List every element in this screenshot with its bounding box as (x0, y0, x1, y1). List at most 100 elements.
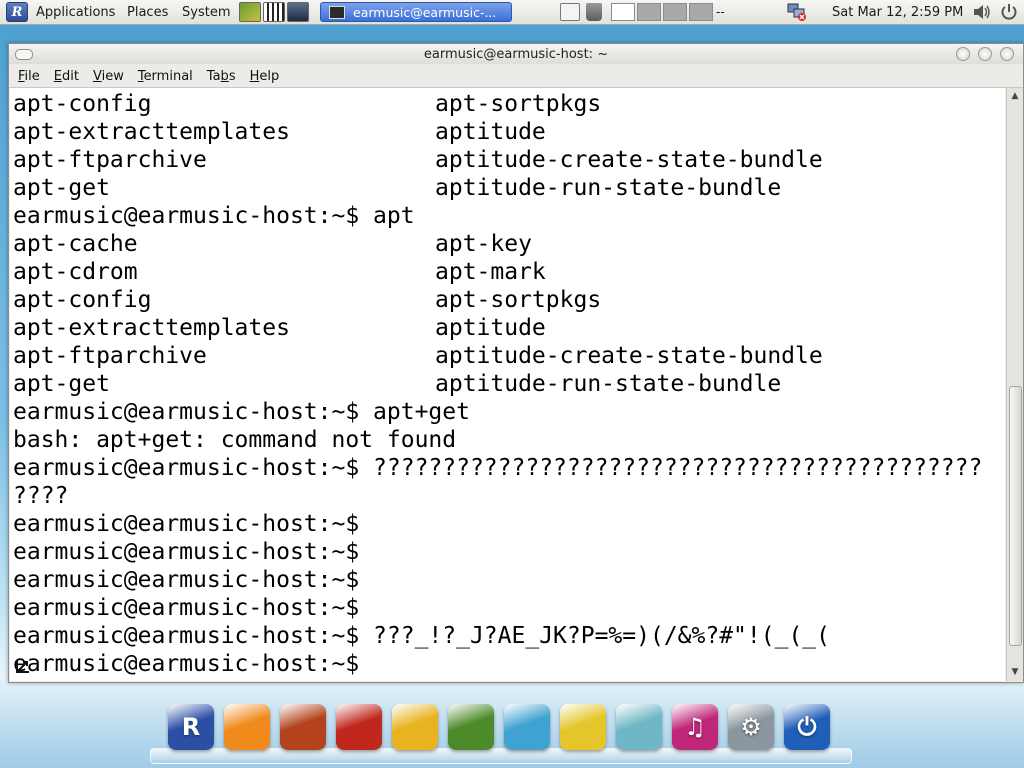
menu-edit[interactable]: Edit (49, 69, 84, 84)
places-menu[interactable]: Places (127, 0, 168, 24)
power-icon[interactable] (1000, 0, 1018, 24)
dock-browser-icon[interactable] (224, 704, 270, 750)
volume-glyph-icon (974, 5, 990, 19)
dock-r-logo-icon-glyph: R (181, 713, 201, 741)
terminal-line-col2: aptitude (435, 315, 546, 341)
terminal-line-text: apt-ftparchive (13, 147, 207, 173)
settings-launcher-icon[interactable] (239, 0, 261, 24)
terminal-line: apt-extracttemplates aptitude (13, 314, 546, 342)
terminal-line-text: earmusic@earmusic-host:~$ ??????????????… (13, 455, 983, 481)
scrollbar-thumb[interactable] (1009, 386, 1022, 646)
terminal-line-text: earmusic@earmusic-host:~$ (13, 539, 360, 565)
scroll-down-icon[interactable]: ▼ (1009, 666, 1021, 678)
terminal-line-text: apt-get (13, 175, 110, 201)
terminal-line-text: earmusic@earmusic-host:~$ apt+get (13, 399, 470, 425)
terminal-line: earmusic@earmusic-host:~$ (13, 594, 359, 622)
terminal-line: ???? (13, 482, 68, 510)
notes-glyph-icon (560, 3, 580, 21)
terminal-line-text: earmusic@earmusic-host:~$ (13, 651, 360, 677)
terminal-output[interactable]: apt-config apt-sortpkgs apt-extracttemplat… (10, 88, 1005, 681)
r-logo-icon: R (6, 2, 28, 22)
terminal-line: earmusic@earmusic-host:~$ ??????????????… (13, 454, 982, 482)
menu-tabs[interactable]: Tabs (202, 69, 241, 84)
maximize-icon[interactable] (978, 47, 992, 61)
terminal-line: apt-config apt-sortpkgs (13, 90, 601, 118)
notes-icon[interactable] (560, 0, 580, 24)
taskbar-terminal-button-face[interactable]: earmusic@earmusic-... (320, 2, 512, 22)
window-titlebar[interactable]: earmusic@earmusic-host: ~ (9, 44, 1023, 64)
terminal-line-text: earmusic@earmusic-host:~$ (13, 511, 360, 537)
menu-edit-mnemonic: E (53, 68, 62, 84)
dock-settings-icon[interactable]: ⚙ (728, 704, 774, 750)
terminal-line: earmusic@earmusic-host:~$ apt (13, 202, 415, 230)
terminal-line-text: apt-cache (13, 231, 138, 257)
workspace-1[interactable] (611, 3, 635, 21)
terminal-line-text: apt-extracttemplates (13, 315, 290, 341)
dock-power-icon[interactable]: ⏻ (784, 704, 830, 750)
minimize-icon[interactable] (956, 47, 970, 61)
network-disconnected-icon[interactable] (786, 0, 808, 24)
system-menu[interactable]: System (182, 0, 230, 24)
network-glyph-icon (787, 3, 806, 21)
workspace-2[interactable] (637, 3, 661, 21)
dock-editor-icon[interactable] (616, 704, 662, 750)
workspace-3[interactable] (663, 3, 687, 21)
terminal-line-text: apt-extracttemplates (13, 119, 290, 145)
terminal-line: earmusic@earmusic-host:~$ apt+get (13, 398, 470, 426)
dock-coffee-icon[interactable] (392, 704, 438, 750)
terminal-line-col2: apt-mark (435, 259, 546, 285)
applications-menu[interactable]: Applications (36, 0, 115, 24)
menu-edit-rest: dit (62, 68, 79, 84)
workspace-switcher[interactable] (611, 0, 713, 24)
menu-help[interactable]: Help (245, 69, 285, 84)
terminal-line-text: apt-config (13, 287, 152, 313)
menu-view[interactable]: View (88, 69, 129, 84)
dock-music-icon[interactable]: ♫ (672, 704, 718, 750)
settings-launcher-glyph-icon (239, 2, 261, 22)
terminal-line: apt-config apt-sortpkgs (13, 286, 601, 314)
dock-guitar-icon[interactable] (280, 704, 326, 750)
menu-help-mnemonic: H (249, 68, 260, 84)
taskbar-terminal-label: earmusic@earmusic-... (353, 4, 497, 20)
terminal-line: earmusic@earmusic-host:~$ (13, 650, 359, 678)
terminal-icon (329, 5, 345, 19)
dock-folder-icon[interactable] (560, 704, 606, 750)
dock-messenger-icon[interactable] (504, 704, 550, 750)
volume-icon[interactable] (972, 0, 992, 24)
terminal-line-text: bash: apt+get: command not found (13, 427, 457, 453)
clock[interactable]: Sat Mar 12, 2:59 PM (832, 0, 963, 24)
terminal-line-col2: apt-sortpkgs (435, 287, 602, 313)
close-icon[interactable] (1000, 47, 1014, 61)
menu-tabs-mnemonic: b (220, 68, 229, 84)
terminal-line-text: earmusic@earmusic-host:~$ ???_!?_J?AE_JK… (13, 623, 830, 649)
scroll-up-icon[interactable]: ▲ (1009, 90, 1021, 102)
window-menu-icon[interactable] (15, 49, 33, 60)
dock-media-icon[interactable] (336, 704, 382, 750)
dock-r-logo-icon[interactable]: R (168, 704, 214, 750)
trash-glyph-icon (586, 3, 602, 21)
resize-cursor-icon (15, 656, 33, 674)
taskbar-terminal-button[interactable]: earmusic@earmusic-... (320, 0, 512, 24)
workspace-4[interactable] (689, 3, 713, 21)
terminal-line-col2: aptitude-create-state-bundle (435, 343, 823, 369)
window-title: earmusic@earmusic-host: ~ (423, 46, 609, 62)
dock-photo-icon[interactable] (448, 704, 494, 750)
main-menu-logo[interactable]: R (6, 0, 28, 24)
terminal-line-col2: aptitude-run-state-bundle (435, 371, 782, 397)
terminal-line: earmusic@earmusic-host:~$ (13, 538, 359, 566)
terminal-scrollbar[interactable]: ▲ ▼ (1006, 88, 1023, 681)
monitor-launcher-icon[interactable] (287, 0, 309, 24)
menu-view-mnemonic: V (92, 68, 102, 84)
top-panel: R Applications Places System earmusic@ea… (0, 0, 1024, 25)
terminal-line: apt-ftparchive aptitude-create-state-bund… (13, 342, 823, 370)
terminal-line-col2: aptitude (435, 119, 546, 145)
trash-icon[interactable] (586, 0, 602, 24)
workspace-separator: -- (716, 5, 725, 19)
menu-view-rest: iew (101, 68, 124, 84)
menu-file[interactable]: File (13, 69, 45, 84)
terminal-line-text: apt-get (13, 371, 110, 397)
menu-terminal[interactable]: Terminal (133, 69, 198, 84)
terminal-line-col2: apt-key (435, 231, 532, 257)
dock: R ♫ ⚙ ⏻ (150, 704, 852, 764)
piano-launcher-icon[interactable] (263, 0, 285, 24)
